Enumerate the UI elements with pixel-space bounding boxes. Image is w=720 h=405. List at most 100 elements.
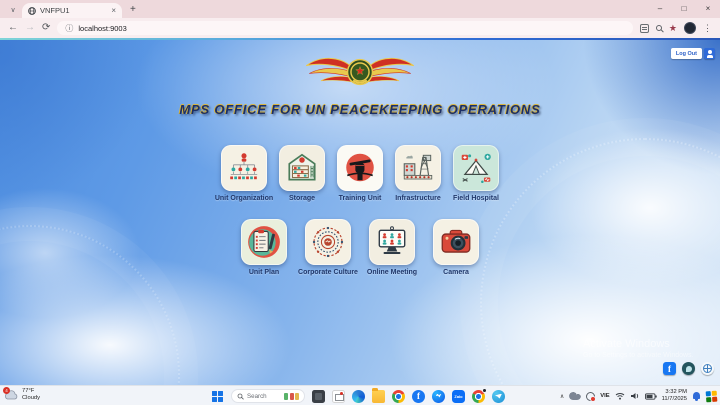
language-indicator[interactable]: VIE — [600, 393, 609, 399]
org-chart-icon — [230, 153, 258, 180]
mail-icon[interactable] — [332, 389, 345, 403]
cloud-weather-icon: 4 — [3, 387, 18, 401]
bookmark-star-icon[interactable]: ★ — [669, 23, 677, 33]
app-corporate-culture[interactable]: Corporate Culture — [296, 219, 360, 276]
app-label: Storage — [288, 195, 316, 202]
camera-icon — [441, 229, 471, 253]
logout-button[interactable]: Log Out — [670, 48, 702, 59]
app-label: Camera — [443, 269, 469, 276]
app-label: Online Meeting — [366, 269, 418, 276]
browser-menu-icon[interactable]: ⋮ — [703, 23, 712, 33]
activate-windows-line2: Go to Settings to activate Windows. — [583, 352, 694, 359]
activate-windows-line1: Activate Windows — [583, 338, 670, 350]
app-badge — [482, 387, 487, 393]
un-globe-icon[interactable] — [701, 362, 714, 375]
activate-windows-watermark: Activate Windows Go to Settings to activ… — [583, 338, 694, 359]
onedrive-cloud-icon[interactable] — [569, 392, 581, 400]
url-text: localhost:9003 — [78, 23, 127, 33]
taskbar-weather-widget[interactable]: 4 77°F Cloudy — [3, 387, 41, 402]
chrome-active-icon[interactable] — [472, 387, 487, 403]
app-label: Unit Plan — [248, 269, 280, 276]
dark-square-app-icon[interactable] — [312, 389, 325, 403]
app-unit-plan[interactable]: Unit Plan — [232, 219, 296, 276]
facebook-app-icon[interactable]: f — [412, 389, 425, 403]
app-label: Infrastructure — [395, 195, 441, 202]
buildings-tower-icon — [403, 154, 433, 180]
system-tray: ∧ VIE 3:32 PM 11/7/2025 — [560, 386, 718, 405]
video-conference-icon — [378, 226, 406, 254]
widgets-icon[interactable] — [705, 390, 718, 402]
fist-rifle-icon — [346, 153, 374, 182]
tray-date: 11/7/2025 — [661, 396, 687, 402]
tray-overflow-chevron-icon[interactable]: ∧ — [560, 393, 564, 400]
search-icon — [237, 393, 243, 399]
translate-icon[interactable] — [639, 23, 649, 33]
logout-area: Log Out — [670, 48, 715, 59]
app-grid-row-2: Unit Plan Corporate Culture Online Meeti… — [0, 219, 720, 276]
telegram-icon[interactable] — [492, 389, 505, 403]
weather-temp: 77°F — [22, 388, 35, 394]
app-camera[interactable]: Camera — [424, 219, 488, 276]
taskbar-search-box[interactable]: Search — [231, 389, 305, 403]
app-training-unit[interactable]: Training Unit — [331, 145, 389, 202]
app-field-hospital[interactable]: Field Hospital — [447, 145, 505, 202]
search-placeholder: Search — [247, 392, 267, 400]
profile-avatar[interactable] — [684, 22, 696, 34]
messenger-icon[interactable] — [432, 389, 445, 403]
page-title: MPS OFFICE FOR UN PEACEKEEPING OPERATION… — [179, 102, 541, 117]
mandala-handshake-icon — [312, 226, 344, 258]
tab-close-icon[interactable]: × — [111, 6, 116, 15]
weather-condition: Cloudy — [22, 395, 41, 402]
tab-title: VNFPU1 — [40, 6, 70, 15]
reload-button[interactable]: ⟳ — [42, 23, 50, 33]
start-button[interactable] — [212, 390, 223, 402]
taskbar-pinned-apps: f Zalo — [312, 387, 505, 403]
warehouse-icon — [288, 153, 316, 181]
window-controls: – □ × — [648, 0, 720, 17]
file-explorer-icon[interactable] — [372, 387, 385, 403]
app-label: Unit Organization — [214, 195, 274, 202]
app-online-meeting[interactable]: Online Meeting — [360, 219, 424, 276]
battery-icon[interactable] — [644, 392, 657, 400]
side-search-icon[interactable] — [655, 25, 662, 31]
mps-wing-emblem-logo — [305, 57, 415, 86]
zalo-chat-icon[interactable] — [682, 362, 695, 375]
wifi-icon[interactable] — [615, 392, 625, 400]
speaker-icon[interactable] — [630, 392, 640, 400]
zalo-app-icon[interactable]: Zalo — [452, 389, 465, 403]
app-infrastructure[interactable]: Infrastructure — [389, 145, 447, 202]
page-top-gradient — [0, 38, 720, 40]
browser-tab[interactable]: VNFPU1 × — [22, 3, 122, 18]
screen: ∨ VNFPU1 × + – □ × ← → ⟳ ⓘ localhost:900… — [0, 0, 720, 405]
sync-status-icon[interactable] — [586, 391, 597, 402]
notifications-bell-icon[interactable] — [692, 391, 701, 401]
edge-browser-icon[interactable] — [352, 389, 365, 403]
globe-favicon-icon — [28, 6, 36, 15]
clock-widget[interactable]: 3:32 PM 11/7/2025 — [662, 389, 687, 403]
address-bar[interactable]: ⓘ localhost:9003 — [57, 21, 633, 35]
clipboard-pen-icon — [248, 226, 280, 258]
site-info-icon[interactable]: ⓘ — [65, 23, 73, 34]
app-grid-row-1: Unit Organization Storage Training Unit … — [0, 145, 720, 202]
search-highlights-icon — [284, 392, 299, 400]
minimize-button[interactable]: – — [648, 0, 672, 17]
browser-tab-strip: ∨ VNFPU1 × + – □ × — [0, 0, 720, 18]
tab-search-chevron-icon[interactable]: ∨ — [6, 3, 20, 17]
app-storage[interactable]: Storage — [273, 145, 331, 202]
medical-tent-icon — [461, 153, 491, 184]
forward-button[interactable]: → — [25, 23, 35, 33]
app-unit-organization[interactable]: Unit Organization — [215, 145, 273, 202]
facebook-icon[interactable]: f — [663, 362, 676, 375]
app-label: Training Unit — [338, 195, 382, 202]
tray-time: 3:32 PM — [665, 388, 687, 395]
back-button[interactable]: ← — [8, 23, 18, 33]
windows-taskbar: 4 77°F Cloudy Search f Zalo ∧ VIE 3:32 P… — [0, 385, 720, 405]
close-window-button[interactable]: × — [696, 0, 720, 17]
user-session-icon[interactable] — [704, 48, 715, 59]
page-background: Log Out MPS OFFICE FOR UN PEACEKEEPING O… — [0, 38, 720, 385]
app-label: Corporate Culture — [298, 269, 358, 276]
chrome-icon[interactable] — [392, 389, 405, 403]
new-tab-button[interactable]: + — [130, 5, 136, 15]
maximize-button[interactable]: □ — [672, 0, 696, 17]
browser-toolbar: ← → ⟳ ⓘ localhost:9003 ★ ⋮ — [0, 18, 720, 38]
